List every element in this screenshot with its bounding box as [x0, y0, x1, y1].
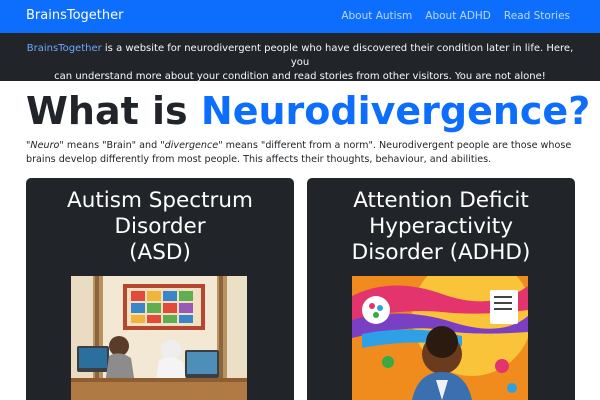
asd-title-line-2: Disorder [114, 214, 206, 239]
intro-term-neuro: "Neuro" [26, 140, 64, 151]
asd-title-line-3: (ASD) [129, 240, 191, 265]
brand-link[interactable]: BrainsTogether [26, 8, 123, 23]
nav-link-about-autism[interactable]: About Autism [341, 10, 412, 22]
adhd-title-line-2: Hyperactivity [369, 214, 513, 239]
intro-banner: BrainsTogether is a website for neurodiv… [0, 33, 600, 82]
adhd-illustration [352, 276, 528, 400]
adhd-card-title: Attention Deficit Hyperactivity Disorder… [307, 188, 575, 266]
page-title: What is Neurodivergence? [26, 88, 590, 134]
asd-card-title: Autism Spectrum Disorder (ASD) [26, 188, 294, 266]
asd-illustration [71, 276, 247, 400]
asd-illustration-art [71, 276, 247, 400]
adhd-title-line-3: Disorder (ADHD) [351, 240, 531, 265]
intro-line-2: brains develop differently from most peo… [26, 154, 492, 165]
nav-link-read-stories[interactable]: Read Stories [504, 10, 570, 22]
asd-title-line-1: Autism Spectrum [67, 188, 253, 213]
banner-text-2: can understand more about your condition… [54, 71, 546, 82]
banner-brand-link[interactable]: BrainsTogether [27, 43, 102, 54]
adhd-illustration-art [352, 276, 528, 400]
intro-line-1: "Neuro" means "Brain" and "divergence" m… [26, 139, 576, 153]
top-navbar: BrainsTogether About Autism About ADHD R… [0, 0, 600, 33]
intro-text-2: means "different from a norm". Neurodive… [222, 140, 572, 151]
nav-link-about-adhd[interactable]: About ADHD [425, 10, 491, 22]
nav-links: About Autism About ADHD Read Stories [341, 10, 570, 22]
page-title-accent: Neurodivergence? [200, 89, 591, 133]
adhd-title-line-1: Attention Deficit [353, 188, 529, 213]
intro-term-divergence: "divergence" [160, 140, 223, 151]
banner-line-1: BrainsTogether is a website for neurodiv… [20, 42, 580, 70]
intro-paragraph: "Neuro" means "Brain" and "divergence" m… [26, 139, 576, 167]
banner-text-1: is a website for neurodivergent people w… [101, 43, 574, 68]
intro-text-1: means "Brain" and [63, 140, 161, 151]
page-title-prefix: What is [26, 89, 201, 133]
